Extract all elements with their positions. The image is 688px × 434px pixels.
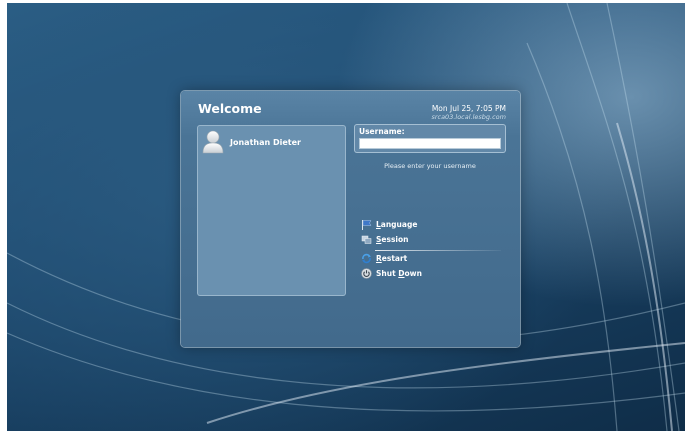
restart-button[interactable]: Restart xyxy=(361,253,407,264)
username-panel: Username: xyxy=(354,124,506,153)
shutdown-button[interactable]: Shut Down xyxy=(361,268,422,279)
dialog-title: Welcome xyxy=(198,101,262,116)
user-list-item[interactable]: Jonathan Dieter xyxy=(202,130,301,154)
session-button[interactable]: Session xyxy=(361,234,408,245)
user-avatar-icon xyxy=(202,130,224,154)
user-list: Jonathan Dieter xyxy=(197,125,346,296)
restart-label: Restart xyxy=(376,254,408,263)
hostname-text: srca03.local.lesbg.com xyxy=(431,113,506,121)
desktop-background: Welcome Mon Jul 25, 7:05 PM srca03.local… xyxy=(7,3,685,431)
username-label: Username: xyxy=(359,127,405,136)
restart-icon xyxy=(362,253,371,264)
login-dialog: Welcome Mon Jul 25, 7:05 PM srca03.local… xyxy=(181,91,520,347)
language-button[interactable]: Language xyxy=(361,219,417,230)
actions-separator xyxy=(375,250,501,251)
flag-icon xyxy=(362,220,372,230)
language-label: Language xyxy=(376,220,418,229)
shutdown-label: Shut Down xyxy=(376,269,422,278)
login-prompt: Please enter your username xyxy=(384,162,476,170)
clock-text: Mon Jul 25, 7:05 PM xyxy=(431,104,506,113)
power-icon xyxy=(361,268,372,279)
username-input[interactable] xyxy=(359,138,501,149)
datetime-display: Mon Jul 25, 7:05 PM srca03.local.lesbg.c… xyxy=(431,104,506,122)
session-label: Session xyxy=(376,235,409,244)
user-name: Jonathan Dieter xyxy=(230,137,301,147)
windows-icon xyxy=(361,235,372,244)
